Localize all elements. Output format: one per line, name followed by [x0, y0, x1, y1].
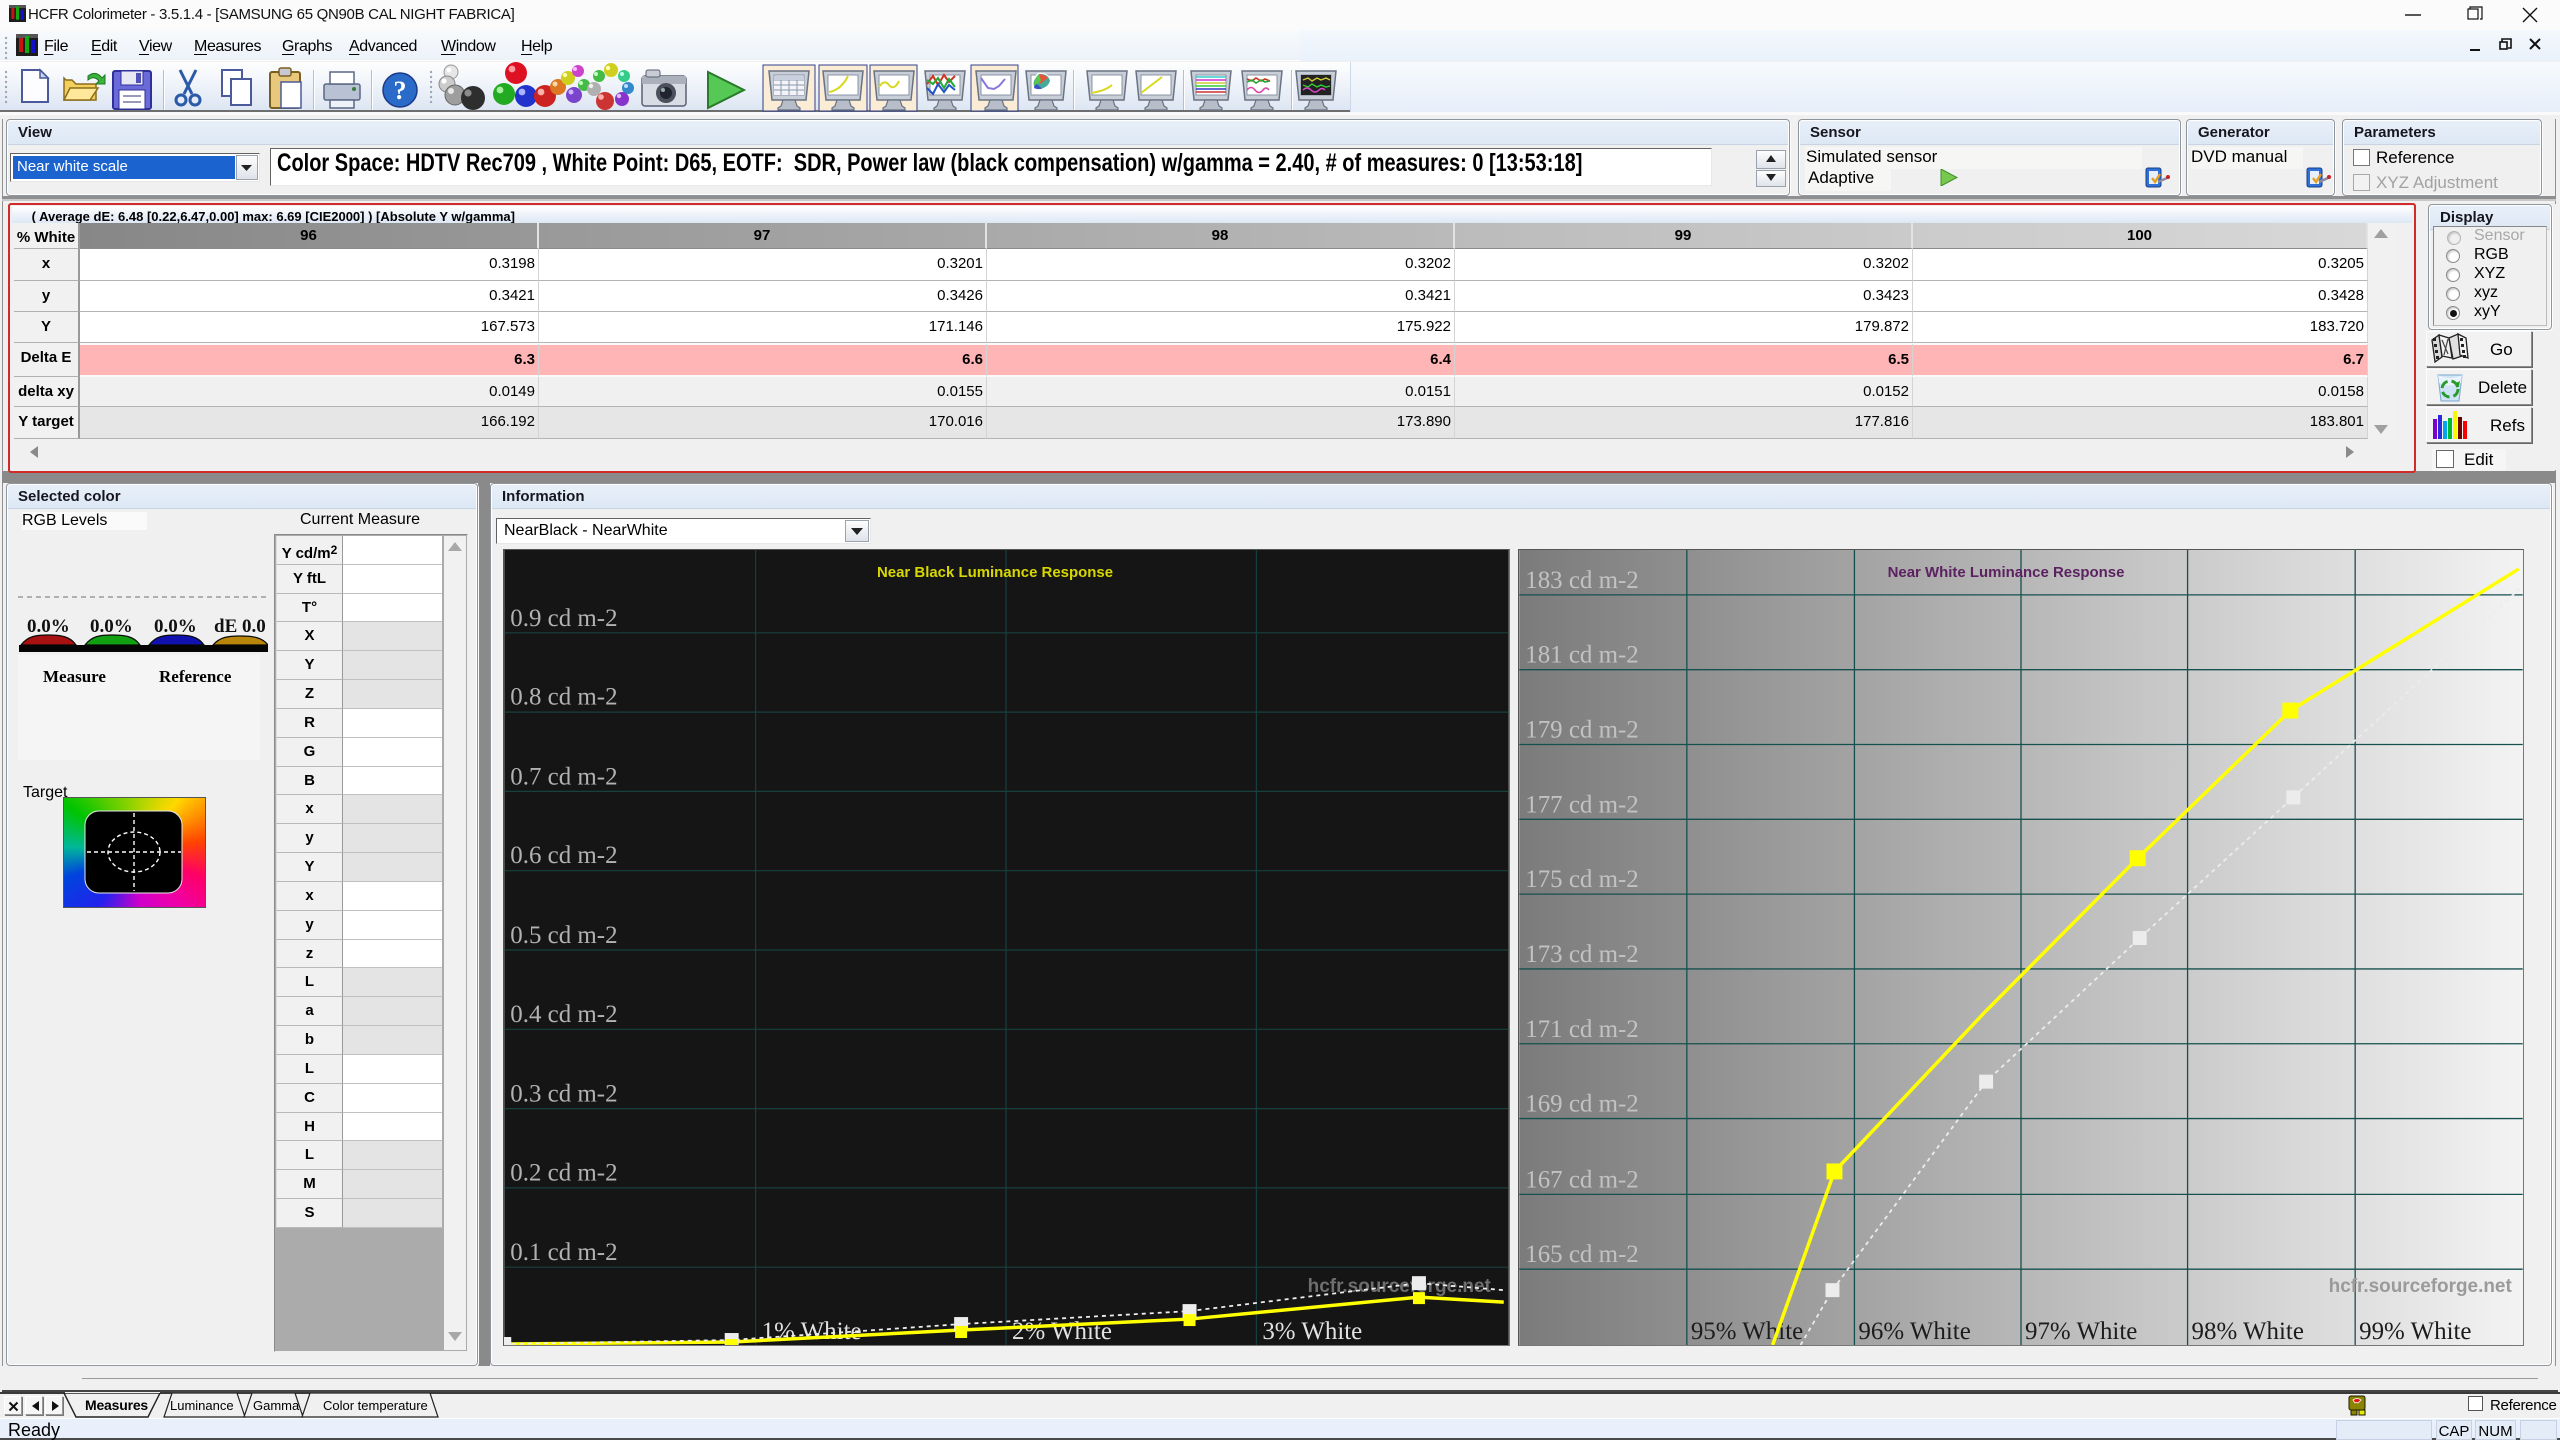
svg-text:Near White Luminance Response: Near White Luminance Response	[1888, 564, 2125, 581]
svg-text:0.2 cd m-2: 0.2 cd m-2	[510, 1159, 617, 1186]
svg-text:183 cd m-2: 183 cd m-2	[1525, 567, 1639, 594]
svg-text:0.1 cd m-2: 0.1 cd m-2	[510, 1239, 617, 1266]
svg-text:97% White: 97% White	[2025, 1318, 2137, 1345]
svg-text:177 cd m-2: 177 cd m-2	[1525, 791, 1639, 818]
svg-text:175 cd m-2: 175 cd m-2	[1525, 866, 1639, 893]
svg-text:0.0%: 0.0%	[27, 616, 70, 637]
svg-text:181 cd m-2: 181 cd m-2	[1525, 642, 1639, 669]
svg-text:179 cd m-2: 179 cd m-2	[1525, 717, 1639, 744]
svg-text:173 cd m-2: 173 cd m-2	[1525, 941, 1639, 968]
svg-text:Measures: Measures	[85, 1397, 148, 1413]
svg-text:98% White: 98% White	[2192, 1318, 2304, 1345]
svg-text:167 cd m-2: 167 cd m-2	[1525, 1166, 1639, 1193]
svg-text:3% White: 3% White	[1262, 1318, 1362, 1345]
svg-text:96% White: 96% White	[1858, 1318, 1970, 1345]
svg-text:165 cd m-2: 165 cd m-2	[1525, 1241, 1639, 1268]
svg-text:0.8 cd m-2: 0.8 cd m-2	[510, 684, 617, 711]
svg-text:0.6 cd m-2: 0.6 cd m-2	[510, 842, 617, 869]
svg-text:hcfr.sourceforge.net: hcfr.sourceforge.net	[2329, 1276, 2513, 1297]
svg-text:95% White: 95% White	[1691, 1318, 1803, 1345]
svg-text:0.9 cd m-2: 0.9 cd m-2	[510, 605, 617, 632]
svg-text:0.0%: 0.0%	[90, 616, 133, 637]
svg-text:0.0%: 0.0%	[154, 616, 197, 637]
svg-text:171 cd m-2: 171 cd m-2	[1525, 1016, 1639, 1043]
svg-text:0.4 cd m-2: 0.4 cd m-2	[510, 1001, 617, 1028]
svg-text:99% White: 99% White	[2359, 1318, 2471, 1345]
svg-text:0.7 cd m-2: 0.7 cd m-2	[510, 763, 617, 790]
svg-text:0.3 cd m-2: 0.3 cd m-2	[510, 1081, 617, 1108]
svg-text:169 cd m-2: 169 cd m-2	[1525, 1091, 1639, 1118]
svg-text:Luminance: Luminance	[170, 1398, 234, 1413]
svg-text:?: ?	[394, 76, 407, 105]
svg-text:dE 0.0: dE 0.0	[214, 616, 266, 637]
svg-text:Near Black Luminance Response: Near Black Luminance Response	[877, 564, 1113, 581]
svg-text:0.5 cd m-2: 0.5 cd m-2	[510, 922, 617, 949]
svg-text:Gamma: Gamma	[253, 1398, 300, 1413]
svg-text:Color temperature: Color temperature	[323, 1398, 428, 1413]
